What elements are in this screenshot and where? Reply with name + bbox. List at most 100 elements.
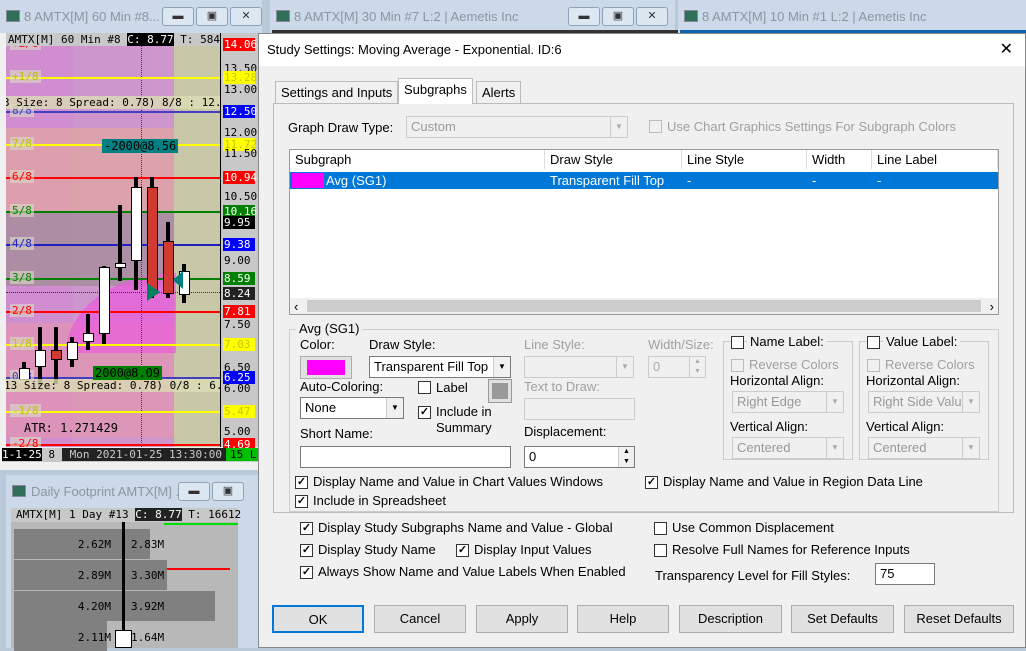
apply-button[interactable]: Apply (476, 605, 568, 633)
price-label: 9.38 (223, 237, 255, 251)
displacement-stepper[interactable]: 0 ▲ ▼ (524, 446, 635, 468)
minimize-button[interactable]: ▬ (162, 7, 194, 26)
minimize-button[interactable]: ▬ (178, 482, 210, 501)
price-label: 14.06 (223, 38, 258, 51)
window-title: 8 AMTX[M] 60 Min #8... (24, 9, 160, 24)
include-spreadsheet-label: Include in Spreadsheet (313, 493, 446, 508)
level-label: +1/8 (10, 70, 41, 84)
candle-body[interactable] (19, 368, 30, 380)
horizontal-scrollbar[interactable]: ‹ › (290, 298, 998, 314)
spinner-arrows-icon[interactable]: ▲ ▼ (618, 447, 634, 467)
include-spreadsheet-checkbox[interactable]: ✓ (295, 495, 308, 508)
window-titlebar[interactable]: Daily Footprint AMTX[M] ... ▬ ▣ (6, 475, 258, 508)
name-horizontal-align-select[interactable]: Right Edge ▼ (732, 391, 844, 413)
graph-draw-type-select[interactable]: Custom ▼ (406, 116, 628, 138)
resolve-names-checkbox[interactable] (654, 544, 667, 557)
display-region-checkbox[interactable]: ✓ (645, 476, 658, 489)
candle-body[interactable] (51, 350, 62, 360)
level-label: 4/8 (10, 236, 34, 250)
scroll-thumb[interactable] (307, 300, 981, 312)
column-header-width[interactable]: Width (807, 150, 872, 169)
price-chart[interactable]: +2/8+1/88/87/86/85/84/83/82/81/80/8-1/8-… (6, 33, 220, 447)
price-label: 7.50 (224, 318, 251, 332)
close-button[interactable]: ✕ (636, 7, 668, 26)
column-header-line-style[interactable]: Line Style (682, 150, 807, 169)
reset-defaults-button[interactable]: Reset Defaults (904, 605, 1014, 633)
chevron-down-icon: ▼ (962, 392, 979, 412)
footprint-row (14, 591, 215, 621)
name-label-checkbox[interactable] (731, 336, 744, 349)
chart-header: AMTX[M] 1 Day #13 C: 8.77 T: 16612 (11, 508, 241, 522)
resolve-names-label: Resolve Full Names for Reference Inputs (672, 542, 910, 557)
buy-order-label[interactable]: 2000@8.09 (93, 366, 163, 380)
draw-style-label: Draw Style: (369, 337, 436, 352)
color-button[interactable] (300, 356, 352, 379)
short-name-input[interactable] (300, 446, 511, 468)
window-titlebar[interactable]: 8 AMTX[M] 60 Min #8... ▬ ▣ ✕ (0, 0, 262, 33)
column-header-draw-style[interactable]: Draw Style (545, 150, 682, 169)
level-line (6, 177, 220, 180)
display-chart-values-label: Display Name and Value in Chart Values W… (313, 474, 603, 489)
always-show-checkbox[interactable]: ✓ (300, 566, 313, 579)
display-inputs-checkbox[interactable]: ✓ (456, 544, 469, 557)
chart-icon (276, 10, 290, 22)
scroll-left-icon[interactable]: ‹ (294, 299, 298, 314)
value-vertical-align-select[interactable]: Centered ▼ (868, 437, 980, 459)
dialog-titlebar[interactable]: Study Settings: Moving Average - Exponen… (259, 34, 1025, 66)
close-icon[interactable]: ✕ (1000, 34, 1013, 66)
value-label-checkbox[interactable] (867, 336, 880, 349)
sell-order-label[interactable]: -2000@8.56 (102, 139, 179, 153)
width-size-stepper[interactable]: 0 ▲ ▼ (648, 356, 706, 378)
footprint-window: Daily Footprint AMTX[M] ... ▬ ▣ AMTX[M] … (6, 475, 258, 651)
value-reverse-colors-checkbox[interactable] (867, 359, 880, 372)
candle-body[interactable] (67, 342, 78, 360)
candle-body[interactable] (83, 333, 94, 343)
column-header-line-label[interactable]: Line Label (872, 150, 998, 169)
text-to-draw-input[interactable] (524, 398, 635, 420)
use-common-displacement-checkbox[interactable] (654, 522, 667, 535)
candle-body[interactable] (147, 187, 158, 295)
transparency-input[interactable]: 75 (875, 563, 935, 585)
column-header-subgraph[interactable]: Subgraph (290, 150, 545, 169)
subgraphs-table[interactable]: Subgraph Draw Style Line Style Width Lin… (289, 149, 999, 315)
footprint-chart[interactable]: AMTX[M] 1 Day #13 C: 8.77 T: 16612 2.62M… (11, 508, 241, 651)
name-vertical-align-select[interactable]: Centered ▼ (732, 437, 844, 459)
candle-body[interactable] (99, 266, 110, 334)
cancel-button[interactable]: Cancel (374, 605, 466, 633)
color-swatch (307, 360, 345, 375)
scroll-right-icon[interactable]: › (990, 299, 994, 314)
candle-body[interactable] (131, 187, 142, 262)
set-defaults-button[interactable]: Set Defaults (791, 605, 894, 633)
display-global-checkbox[interactable]: ✓ (300, 522, 313, 535)
candle-body[interactable] (35, 350, 46, 367)
ok-button[interactable]: OK (272, 605, 364, 633)
label-color-button[interactable] (488, 379, 512, 403)
auto-coloring-select[interactable]: None ▼ (300, 397, 404, 419)
maximize-button[interactable]: ▣ (196, 7, 228, 26)
candle-body[interactable] (115, 263, 126, 268)
include-summary-checkbox[interactable]: ✓ (418, 406, 431, 419)
poc-line (167, 568, 230, 570)
spinner-arrows-icon[interactable]: ▲ ▼ (689, 357, 705, 377)
maximize-button[interactable]: ▣ (602, 7, 634, 26)
help-button[interactable]: Help (577, 605, 669, 633)
description-button[interactable]: Description (679, 605, 782, 633)
chart-window-30min-titlebar[interactable]: 8 AMTX[M] 30 Min #7 L:2 | Aemetis Inc ▬ … (270, 0, 675, 33)
display-chart-values-checkbox[interactable]: ✓ (295, 476, 308, 489)
label-checkbox[interactable] (418, 381, 431, 394)
draw-style-select[interactable]: Transparent Fill Top ▼ (369, 356, 511, 378)
close-button[interactable]: ✕ (230, 7, 262, 26)
use-chart-graphics-checkbox[interactable] (649, 120, 662, 133)
chart-window-10min-titlebar[interactable]: 8 AMTX[M] 10 Min #1 L:2 | Aemetis Inc (678, 0, 1026, 33)
value-horizontal-align-select[interactable]: Right Side Valu ▼ (868, 391, 980, 413)
table-row[interactable]: Avg (SG1) Transparent Fill Top - - - (290, 172, 998, 189)
tab-alerts[interactable]: Alerts (476, 81, 522, 103)
display-study-name-checkbox[interactable]: ✓ (300, 544, 313, 557)
line-style-select[interactable]: ▼ (524, 356, 634, 378)
tab-settings-and-inputs[interactable]: Settings and Inputs (275, 81, 399, 103)
name-reverse-colors-checkbox[interactable] (731, 359, 744, 372)
transparency-label: Transparency Level for Fill Styles: (655, 568, 851, 583)
minimize-button[interactable]: ▬ (568, 7, 600, 26)
tab-subgraphs[interactable]: Subgraphs (398, 78, 473, 104)
maximize-button[interactable]: ▣ (212, 482, 244, 501)
